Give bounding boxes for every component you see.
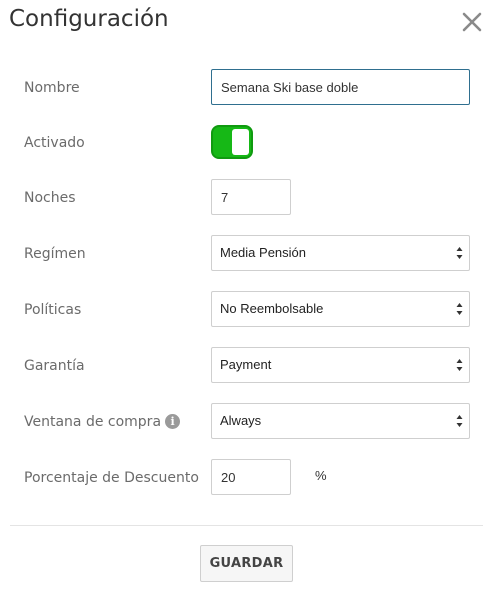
noches-input[interactable] <box>211 179 291 215</box>
close-icon[interactable] <box>458 8 486 36</box>
ventana-label-text: Ventana de compra <box>24 414 162 430</box>
ventana-label: Ventana de compra i <box>24 412 181 432</box>
regimen-select[interactable]: Media Pensión <box>211 235 470 271</box>
toggle-knob <box>232 129 249 155</box>
save-button[interactable]: GUARDAR <box>200 545 293 582</box>
garantia-value: Payment <box>220 357 272 372</box>
select-arrows-icon <box>456 415 463 427</box>
politicas-value: No Reembolsable <box>220 301 324 316</box>
descuento-label: Porcentaje de Descuento <box>24 470 199 486</box>
regimen-value: Media Pensión <box>220 245 306 260</box>
info-icon[interactable]: i <box>165 414 181 429</box>
dialog-title: Configuración <box>9 6 169 32</box>
nombre-label: Nombre <box>24 80 80 96</box>
activado-label: Activado <box>24 135 85 151</box>
noches-label: Noches <box>24 190 76 206</box>
regimen-label: Regímen <box>24 246 86 262</box>
activado-toggle[interactable] <box>211 125 253 159</box>
select-arrows-icon <box>456 247 463 259</box>
garantia-label: Garantía <box>24 358 85 374</box>
select-arrows-icon <box>456 303 463 315</box>
ventana-value: Always <box>220 413 262 428</box>
percent-unit: % <box>315 468 327 483</box>
nombre-input[interactable] <box>211 69 470 105</box>
ventana-select[interactable]: Always <box>211 403 470 439</box>
politicas-label: Políticas <box>24 302 82 318</box>
garantia-select[interactable]: Payment <box>211 347 470 383</box>
politicas-select[interactable]: No Reembolsable <box>211 291 470 327</box>
select-arrows-icon <box>456 359 463 371</box>
descuento-input[interactable] <box>211 459 291 495</box>
footer-divider <box>10 525 483 526</box>
